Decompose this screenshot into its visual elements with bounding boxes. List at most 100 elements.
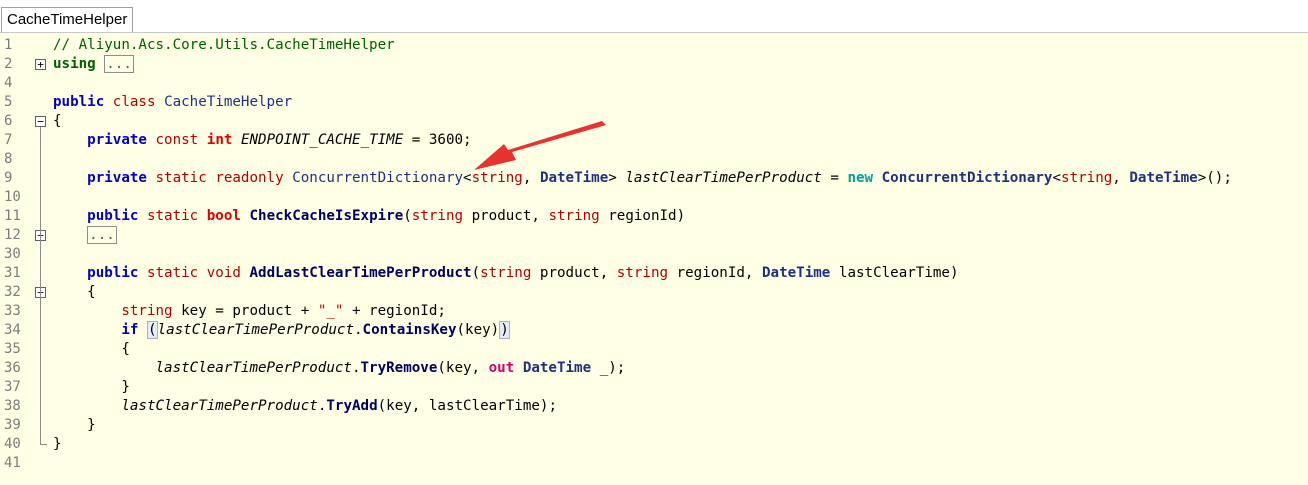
- code-token: .: [351, 360, 361, 376]
- line-number: 1: [4, 37, 13, 53]
- fold-guide: [40, 298, 41, 425]
- line-number: 31: [4, 265, 21, 281]
- code-text: // Aliyun.Acs.Core.Utils.CacheTimeHelper: [53, 36, 395, 55]
- code-text: }: [53, 416, 96, 435]
- code-token: const: [155, 132, 199, 148]
- code-token: readonly: [215, 170, 284, 186]
- code-line[interactable]: 8: [0, 150, 1308, 169]
- code-line[interactable]: 6 −{: [0, 112, 1308, 131]
- code-editor[interactable]: 1 // Aliyun.Acs.Core.Utils.CacheTimeHelpe…: [0, 33, 1308, 485]
- code-token: void: [206, 265, 241, 281]
- code-token: product,: [531, 265, 617, 281]
- code-text: private const int ENDPOINT_CACHE_TIME = …: [53, 131, 471, 150]
- code-line[interactable]: 32− {: [0, 283, 1308, 302]
- code-line[interactable]: 4: [0, 74, 1308, 93]
- code-token: DateTime: [762, 265, 831, 281]
- code-token: }: [53, 417, 96, 433]
- code-text: public static bool CheckCacheIsExpire( st…: [53, 207, 685, 226]
- code-text: if (lastClearTimePerProduct.ContainsKey(…: [53, 321, 510, 340]
- code-line[interactable]: 30: [0, 245, 1308, 264]
- code-token: private: [87, 170, 147, 186]
- line-number: 34: [4, 322, 21, 338]
- code-token: }: [53, 436, 62, 452]
- code-token: product,: [463, 208, 549, 224]
- code-token: using: [53, 56, 96, 72]
- code-line[interactable]: 10: [0, 188, 1308, 207]
- code-token: class: [112, 94, 156, 110]
- code-token: {: [53, 284, 96, 300]
- code-token: AddLastClearTimePerProduct: [249, 265, 472, 281]
- line-number: 33: [4, 303, 21, 319]
- code-token: CacheTimeHelper: [164, 94, 293, 110]
- fold-end-marker: [40, 435, 47, 445]
- code-token: string: [548, 208, 600, 224]
- code-token: (: [146, 321, 158, 339]
- code-token: (: [403, 208, 412, 224]
- code-line[interactable]: 40}: [0, 435, 1308, 454]
- code-line[interactable]: 41: [0, 454, 1308, 473]
- line-number: 9: [4, 170, 13, 186]
- line-number: 41: [4, 455, 21, 471]
- code-line[interactable]: 34 if (lastClearTimePerProduct.ContainsK…: [0, 321, 1308, 340]
- code-token: string: [480, 265, 532, 281]
- code-token: >: [608, 170, 626, 186]
- code-line[interactable]: 5 public class CacheTimeHelper: [0, 93, 1308, 112]
- code-token: bool: [206, 208, 241, 224]
- code-token: string: [121, 303, 173, 319]
- code-token: >();: [1197, 170, 1232, 186]
- expand-icon[interactable]: +: [35, 59, 46, 70]
- line-number: 4: [4, 75, 13, 91]
- code-line[interactable]: 9 private static readonly ConcurrentDict…: [0, 169, 1308, 188]
- code-line[interactable]: 2 + using ...: [0, 55, 1308, 74]
- code-line[interactable]: 33 string key = product + "_" + regionId…: [0, 302, 1308, 321]
- code-token: ENDPOINT_CACHE_TIME: [240, 132, 404, 148]
- code-token: regionId): [599, 208, 686, 224]
- line-number: 10: [4, 189, 21, 205]
- line-number: 38: [4, 398, 21, 414]
- code-token: lastClearTimePerProduct: [155, 360, 352, 376]
- code-line[interactable]: 31 public static void AddLastClearTimePe…: [0, 264, 1308, 283]
- collapsed-region[interactable]: ...: [104, 55, 134, 73]
- code-line[interactable]: 38 lastClearTimePerProduct.TryAdd(key, l…: [0, 397, 1308, 416]
- code-line[interactable]: 12+ ...: [0, 226, 1308, 245]
- code-token: TryAdd: [326, 398, 378, 414]
- line-number: 39: [4, 417, 21, 433]
- code-token: {: [53, 341, 130, 357]
- code-token: {: [53, 113, 62, 129]
- collapse-icon[interactable]: −: [35, 116, 46, 127]
- code-line[interactable]: 7 private const int ENDPOINT_CACHE_TIME …: [0, 131, 1308, 150]
- code-token: int: [206, 132, 233, 148]
- code-line[interactable]: 39 }: [0, 416, 1308, 435]
- code-token: ConcurrentDictionary: [881, 170, 1053, 186]
- code-text: private static readonly ConcurrentDictio…: [53, 169, 1232, 188]
- code-token: ConcurrentDictionary: [292, 170, 464, 186]
- code-line[interactable]: 11 public static bool CheckCacheIsExpire…: [0, 207, 1308, 226]
- code-token: + regionId;: [343, 303, 446, 319]
- code-line[interactable]: 37 }: [0, 378, 1308, 397]
- code-text: }: [53, 378, 130, 397]
- code-line[interactable]: 36 lastClearTimePerProduct.TryRemove(key…: [0, 359, 1308, 378]
- code-line[interactable]: 35 {: [0, 340, 1308, 359]
- code-token: public: [87, 208, 139, 224]
- tab-cachetimehelper[interactable]: CacheTimeHelper: [1, 7, 134, 32]
- code-token: TryRemove: [360, 360, 438, 376]
- code-token: string: [616, 265, 669, 281]
- code-line[interactable]: 1 // Aliyun.Acs.Core.Utils.CacheTimeHelpe…: [0, 36, 1308, 55]
- code-token: lastClearTimePerProduct: [121, 398, 318, 414]
- code-token: if: [121, 322, 139, 338]
- collapsed-region[interactable]: ...: [87, 226, 117, 244]
- code-token: CheckCacheIsExpire: [249, 208, 404, 224]
- code-token: static: [146, 208, 199, 224]
- code-text: public class CacheTimeHelper: [53, 93, 292, 112]
